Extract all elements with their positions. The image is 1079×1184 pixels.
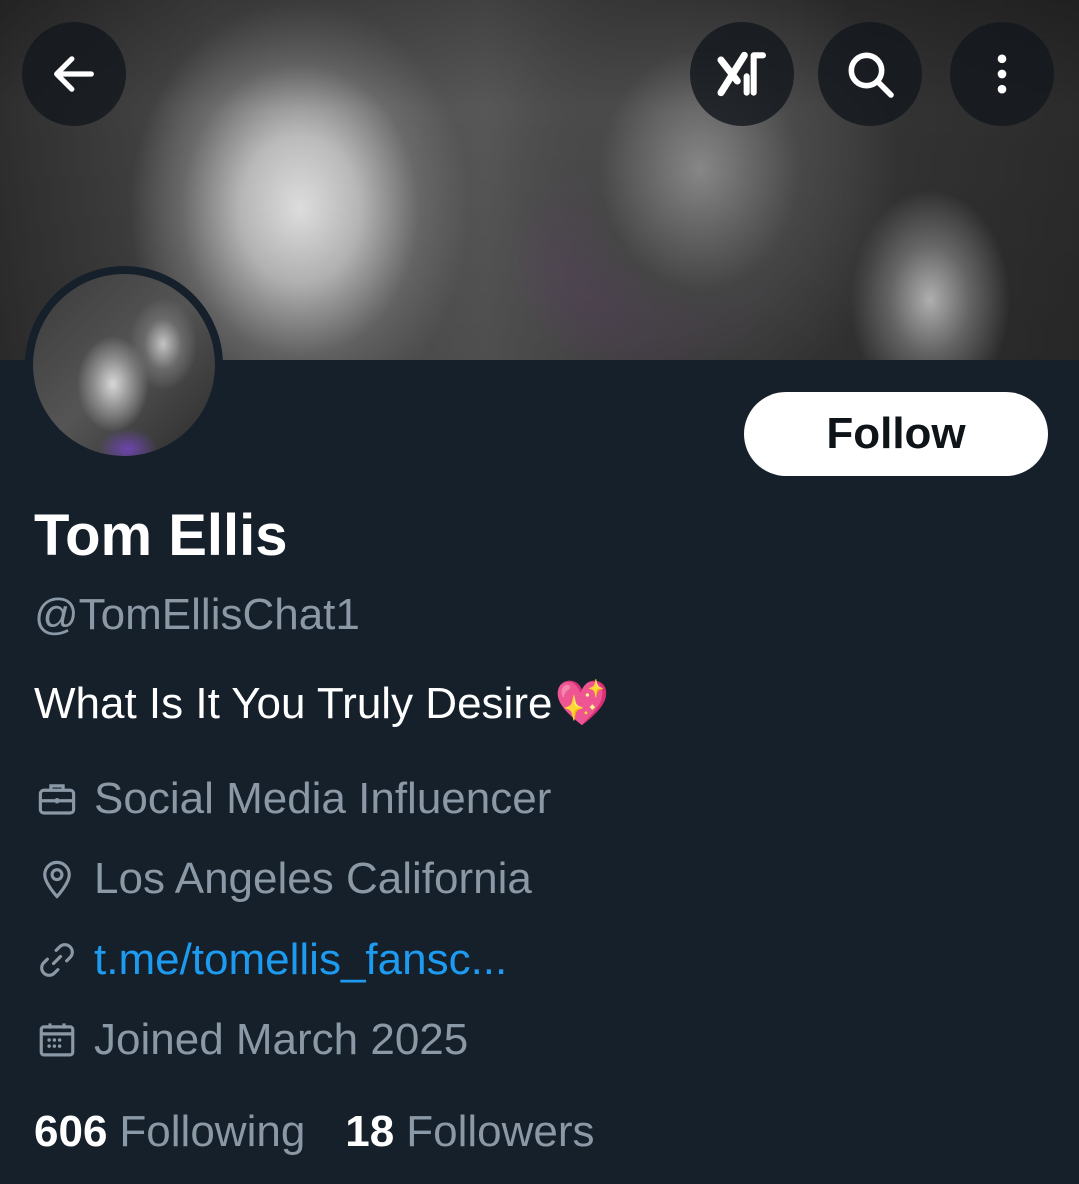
profile-category: Social Media Influencer [34,771,551,827]
profile-handle: @TomEllisChat1 [34,590,360,639]
followers-count: 18 [345,1107,395,1156]
location-text: Los Angeles California [94,854,532,903]
back-button[interactable] [22,22,126,126]
bio-text: What Is It You Truly Desire [34,679,553,728]
search-icon [848,52,894,98]
more-vertical-icon [997,54,1007,94]
link-icon [34,937,80,983]
followers-label: Followers [406,1107,595,1156]
search-button[interactable] [818,22,922,126]
following-label: Following [119,1107,306,1156]
profile-location: Los Angeles California [34,851,532,907]
sparkling-heart-emoji: 💖 [554,679,610,728]
profile-name: Tom Ellis [34,503,288,568]
more-button[interactable] [950,22,1054,126]
category-text: Social Media Influencer [94,774,552,823]
follow-button[interactable]: Follow [744,392,1048,476]
grok-button[interactable] [690,22,794,126]
following-link[interactable]: 606 Following [34,1107,305,1157]
followers-link[interactable]: 18 Followers [345,1107,594,1157]
link-text[interactable]: t.me/tomellis_fansc... [94,935,507,985]
avatar-image [33,274,215,456]
profile-stats: 606 Following 18 Followers [34,1104,635,1160]
location-pin-icon [34,856,80,902]
briefcase-icon [34,776,80,822]
avatar[interactable] [25,266,223,464]
profile-link[interactable]: t.me/tomellis_fansc... [34,932,507,988]
joined-text: Joined March 2025 [94,1015,469,1064]
profile-joined: Joined March 2025 [34,1012,468,1068]
profile-bio: What Is It You Truly Desire 💖 [34,676,609,732]
following-count: 606 [34,1107,108,1156]
grok-icon [717,51,767,97]
calendar-icon [34,1017,80,1063]
arrow-left-icon [54,56,94,92]
